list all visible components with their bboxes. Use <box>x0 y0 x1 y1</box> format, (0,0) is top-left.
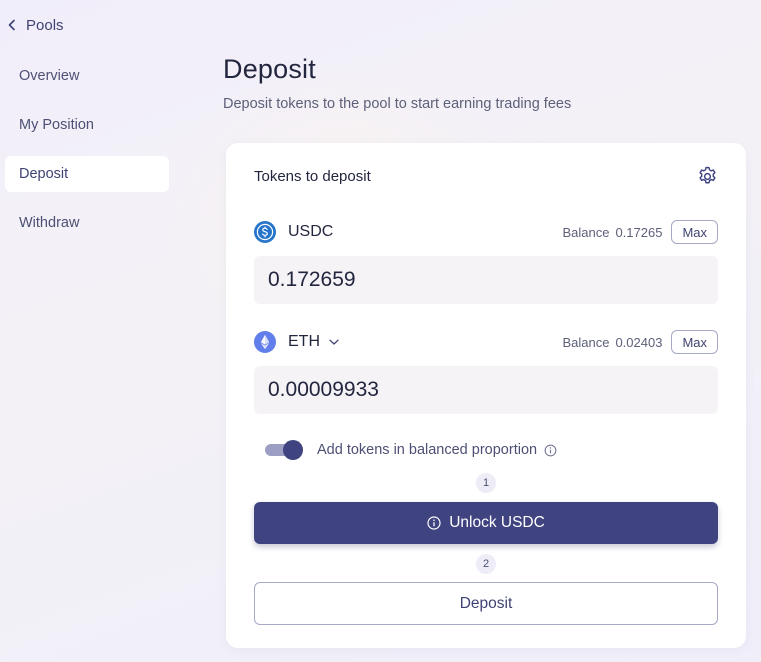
balance-display: Balance 0.02403 <box>562 335 662 350</box>
deposit-button[interactable]: Deposit <box>254 582 718 625</box>
nav-item-label: Deposit <box>19 166 69 182</box>
eth-amount-input[interactable] <box>254 366 718 414</box>
usdc-icon <box>254 221 276 243</box>
nav-item-label: Overview <box>19 68 80 84</box>
nav-item-my-position[interactable]: My Position <box>5 107 169 143</box>
token-symbol: USDC <box>288 223 334 240</box>
nav-item-withdraw[interactable]: Withdraw <box>5 205 169 241</box>
balance-display: Balance 0.17265 <box>562 225 662 240</box>
pool-nav: Overview My Position Deposit Withdraw <box>5 58 169 254</box>
nav-item-overview[interactable]: Overview <box>5 58 169 94</box>
unlock-usdc-button[interactable]: Unlock USDC <box>254 502 718 544</box>
step-number-badge: 1 <box>476 473 496 493</box>
balanced-proportion-row: Add tokens in balanced proportion <box>265 438 557 462</box>
info-icon <box>427 516 441 530</box>
token-row-usdc: USDC Balance 0.17265 Max <box>254 219 718 245</box>
info-icon[interactable] <box>544 444 557 457</box>
back-to-pools-link[interactable]: Pools <box>6 14 64 36</box>
max-button-eth[interactable]: Max <box>671 330 718 354</box>
gear-icon[interactable] <box>696 165 719 188</box>
balance-value: 0.02403 <box>615 334 663 350</box>
balance-label: Balance <box>562 334 610 350</box>
balance-label: Balance <box>562 224 610 240</box>
nav-item-deposit[interactable]: Deposit <box>5 156 169 192</box>
step-number-badge: 2 <box>476 554 496 574</box>
chevron-left-icon <box>8 19 15 31</box>
page-subtitle: Deposit tokens to the pool to start earn… <box>223 96 572 112</box>
usdc-amount-input[interactable] <box>254 256 718 304</box>
toggle-knob <box>283 440 303 460</box>
token-symbol: ETH <box>288 333 320 350</box>
unlock-button-label: Unlock USDC <box>449 514 545 531</box>
chevron-down-icon[interactable] <box>328 336 340 348</box>
nav-item-label: My Position <box>19 117 94 133</box>
token-row-eth: ETH Balance 0.02403 Max <box>254 329 718 355</box>
toggle-label: Add tokens in balanced proportion <box>317 442 538 458</box>
balanced-proportion-toggle[interactable] <box>265 440 303 460</box>
balance-value: 0.17265 <box>615 224 663 240</box>
back-link-label: Pools <box>26 16 64 34</box>
eth-icon <box>254 331 276 353</box>
page-title: Deposit <box>223 54 316 84</box>
nav-item-label: Withdraw <box>19 215 80 231</box>
deposit-card: Tokens to deposit USDC Balance 0.17265 M… <box>226 143 746 648</box>
max-button-usdc[interactable]: Max <box>671 220 718 244</box>
card-title: Tokens to deposit <box>254 168 371 185</box>
